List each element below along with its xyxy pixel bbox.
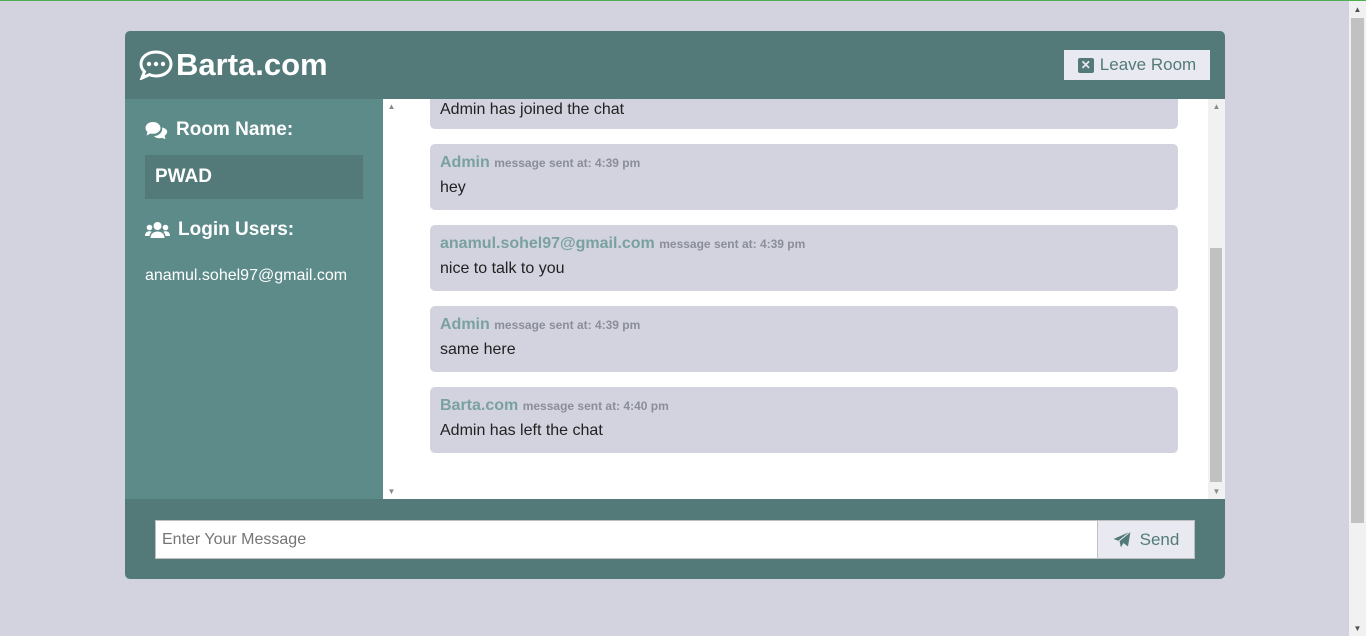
- messages-scrollbar[interactable]: ▲ ▼: [1208, 99, 1225, 499]
- scroll-down-arrow-icon[interactable]: ▼: [383, 487, 400, 496]
- message-user: Barta.com: [440, 397, 519, 414]
- message-time: message sent at: 4:39 pm: [659, 237, 806, 251]
- room-name-label: Room Name:: [176, 119, 294, 140]
- message-user: Admin: [440, 154, 490, 171]
- brand: Barta.com: [139, 47, 328, 83]
- message-time: message sent at: 4:39 pm: [494, 156, 641, 170]
- message-time: message sent at: 4:40 pm: [522, 399, 669, 413]
- user-item: anamul.sohel97@gmail.com: [145, 267, 348, 284]
- login-users-label: Login Users:: [178, 219, 295, 240]
- message-meta: anamul.sohel97@gmail.com message sent at…: [440, 235, 1168, 253]
- send-button[interactable]: Send: [1098, 520, 1195, 559]
- brand-title: Barta.com: [176, 47, 328, 82]
- users-icon: [145, 221, 170, 239]
- message-meta: Barta.com message sent at: 4:40 pm: [440, 397, 1168, 415]
- message: Barta.com message sent at: 4:40 pm Admin…: [430, 387, 1178, 453]
- message-meta: Admin message sent at: 4:39 pm: [440, 316, 1168, 334]
- message-text: Admin has left the chat: [440, 422, 603, 439]
- message: Admin message sent at: 4:39 pm same here: [430, 306, 1178, 372]
- message-meta: Admin message sent at: 4:39 pm: [440, 154, 1168, 172]
- chat-header: Barta.com ✕ Leave Room: [125, 31, 1225, 99]
- chat-sidebar: Room Name: PWAD Login Users: anamul.sohe…: [125, 99, 383, 499]
- scroll-down-arrow-icon[interactable]: ▼: [1349, 620, 1366, 636]
- login-users-heading: Login Users:: [145, 219, 363, 241]
- message: Admin message sent at: 4:39 pm hey: [430, 144, 1178, 210]
- send-label: Send: [1139, 529, 1180, 549]
- messages-scrollbar-thumb[interactable]: [1210, 248, 1222, 482]
- message-text: hey: [440, 179, 466, 196]
- leave-room-button[interactable]: ✕ Leave Room: [1064, 50, 1210, 80]
- page-scrollbar[interactable]: ▲ ▼: [1349, 1, 1366, 636]
- comments-icon: [145, 121, 168, 139]
- chat-main: Room Name: PWAD Login Users: anamul.sohe…: [125, 99, 1225, 499]
- scroll-up-arrow-icon[interactable]: ▲: [1208, 102, 1225, 111]
- message-user: anamul.sohel97@gmail.com: [440, 235, 655, 252]
- message-text: same here: [440, 341, 516, 358]
- close-square-icon: ✕: [1077, 57, 1094, 73]
- leave-room-label: Leave Room: [1099, 55, 1197, 74]
- message-input[interactable]: [155, 520, 1098, 559]
- room-name-value: PWAD: [145, 155, 363, 199]
- chat-container: Barta.com ✕ Leave Room Room Name: PWAD L…: [125, 31, 1225, 579]
- paper-plane-icon: [1113, 530, 1131, 549]
- message-text: Admin has joined the chat: [440, 101, 625, 118]
- scroll-up-arrow-icon[interactable]: ▲: [1349, 1, 1366, 18]
- message: anamul.sohel97@gmail.com message sent at…: [430, 225, 1178, 291]
- room-name-heading: Room Name:: [145, 119, 363, 141]
- sidebar-scrollbar[interactable]: ▲ ▼: [383, 99, 400, 499]
- scroll-down-arrow-icon[interactable]: ▼: [1208, 487, 1225, 496]
- message-text: nice to talk to you: [440, 260, 565, 277]
- scroll-up-arrow-icon[interactable]: ▲: [383, 102, 400, 111]
- message-time: message sent at: 4:39 pm: [494, 318, 641, 332]
- chat-form: Send: [125, 499, 1225, 579]
- chat-messages[interactable]: Admin has joined the chat Admin message …: [400, 99, 1208, 499]
- message-user: Admin: [440, 316, 490, 333]
- users-list: anamul.sohel97@gmail.com: [145, 267, 363, 285]
- message: Admin has joined the chat: [430, 99, 1178, 129]
- page-scrollbar-thumb[interactable]: [1351, 18, 1364, 523]
- comment-dots-icon: [139, 50, 173, 80]
